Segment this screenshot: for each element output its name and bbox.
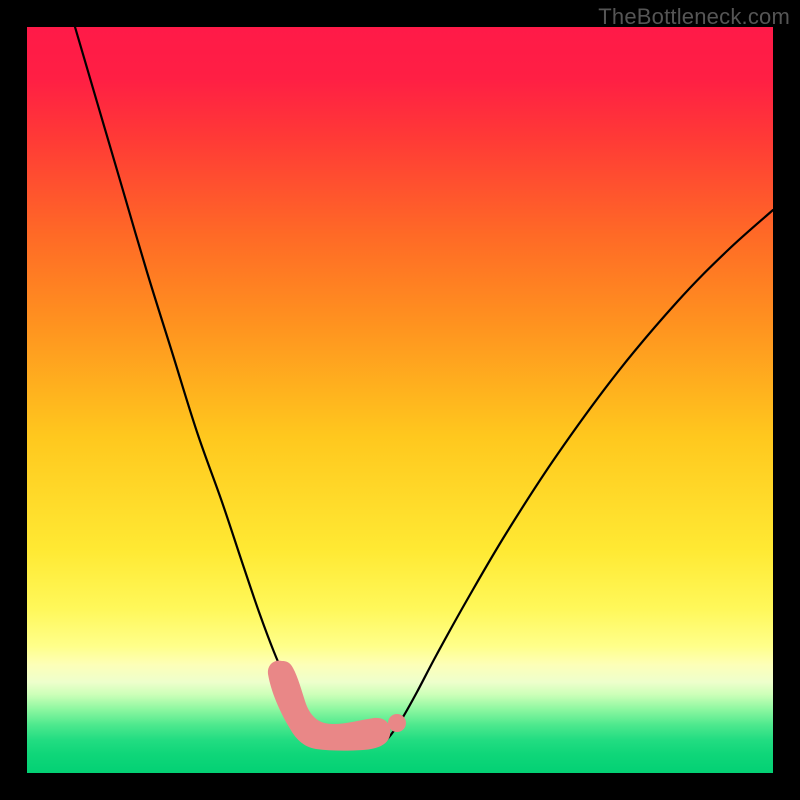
gradient-background (27, 27, 773, 773)
watermark-text: TheBottleneck.com (598, 4, 790, 30)
bottleneck-chart (27, 27, 773, 773)
right-dot-marker (388, 714, 406, 732)
chart-frame (27, 27, 773, 773)
